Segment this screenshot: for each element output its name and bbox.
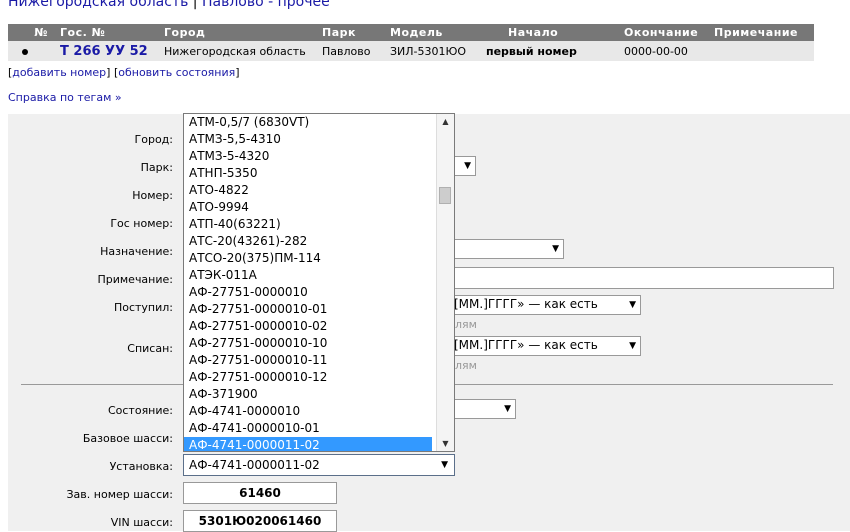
dropdown-scrollbar[interactable]: ▲ ▼ [436,114,454,451]
dropdown-option[interactable]: АТМ-0,5/7 (6830VT) [184,114,432,131]
purpose-select[interactable]: ▼ [448,239,564,259]
vehicle-numbers-table: № Гос. № Город Парк Модель Начало Оконча… [8,24,814,61]
scroll-up-arrow-icon[interactable]: ▲ [437,114,454,129]
chevron-down-icon: ▼ [552,244,559,254]
chevron-down-icon: ▼ [441,460,448,470]
written-off-hint: лям [455,359,477,372]
col-header-plate: Гос. № [56,24,160,41]
label-number: Номер: [132,189,173,202]
label-state: Состояние: [107,404,173,417]
cell-city: Нижегородская область [160,41,318,61]
chevron-down-icon: ▼ [629,341,636,351]
dropdown-option[interactable]: АФ-371900 [184,386,432,403]
breadcrumb: Нижегородская область | Павлово - прочее [8,0,330,11]
chassis-factory-number-input[interactable]: 61460 [183,482,337,504]
state-select[interactable]: ▼ [448,399,516,419]
col-header-end: Окончание [620,24,710,41]
label-gos-number: Гос номер: [110,217,173,230]
cell-end: 0000-00-00 [620,41,710,61]
note-input[interactable] [448,267,834,289]
dropdown-option[interactable]: АФ-4741-0000011-02 [184,437,432,451]
help-tags-link[interactable]: Справка по тегам » [8,91,122,104]
installation-select-value: АФ-4741-0000011-02 [189,458,320,472]
label-installation: Установка: [109,460,173,473]
bracket-close: ] [235,66,240,79]
dropdown-option[interactable]: АТМЗ-5-4320 [184,148,432,165]
breadcrumb-region-link[interactable]: Нижегородская область [8,0,188,10]
label-purpose: Назначение: [100,245,173,258]
cell-park: Павлово [318,41,386,61]
installation-select[interactable]: АФ-4741-0000011-02 ▼ [183,454,455,476]
dropdown-option[interactable]: АТСО-20(375)ПМ-114 [184,250,432,267]
col-header-start: Начало [482,24,620,41]
vin-input[interactable]: 5301Ю020061460 [183,510,337,532]
add-number-link[interactable]: добавить номер [12,66,106,79]
dropdown-option[interactable]: АФ-27751-0000010-12 [184,369,432,386]
dropdown-option[interactable]: АТНП-5350 [184,165,432,182]
col-header-model: Модель [386,24,482,41]
cell-model: ЗИЛ-5301ЮО [386,41,482,61]
row-bullet [8,41,56,61]
help-tags-link-wrap: Справка по тегам » [8,91,122,104]
dropdown-option[interactable]: АТО-9994 [184,199,432,216]
dropdown-option[interactable]: АФ-27751-0000010-02 [184,318,432,335]
written-off-format-value: [ММ.]ГГГГ» — как есть [454,338,598,352]
dropdown-option[interactable]: АТП-40(63221) [184,216,432,233]
label-received: Поступил: [113,301,173,314]
col-header-note: Примечание [710,24,814,41]
scroll-thumb[interactable] [439,187,451,204]
installation-dropdown-list[interactable]: АТМ-0,5/7 (6830VT) АТМЗ-5,5-4310 АТМЗ-5-43… [183,113,455,452]
cell-note [710,41,814,61]
chevron-down-icon: ▼ [629,300,636,310]
col-header-park: Парк [318,24,386,41]
bracket-mid: ] [ [106,66,119,79]
bullet-icon [22,48,28,55]
dropdown-option[interactable]: АТС-20(43261)-282 [184,233,432,250]
label-park: Парк: [140,161,173,174]
dropdown-option[interactable]: АФ-27751-0000010-11 [184,352,432,369]
received-hint: лям [455,318,477,331]
actions-bar: [добавить номер] [обновить состояния] [8,66,240,79]
cell-start: первый номер [482,41,620,61]
label-city: Город: [134,133,173,146]
label-vin: VIN шасси: [110,516,173,529]
received-format-select[interactable]: [ММ.]ГГГГ» — как есть ▼ [448,295,641,315]
label-written-off: Списан: [127,342,173,355]
col-header-no: № [8,24,56,41]
label-note: Примечание: [97,273,173,286]
dropdown-option[interactable]: АФ-27751-0000010 [184,284,432,301]
dropdown-option[interactable]: АТМЗ-5,5-4310 [184,131,432,148]
received-format-value: [ММ.]ГГГГ» — как есть [454,297,598,311]
dropdown-option[interactable]: АТО-4822 [184,182,432,199]
plate-link[interactable]: Т 266 УУ 52 [60,44,148,59]
dropdown-option[interactable]: АФ-27751-0000010-10 [184,335,432,352]
written-off-format-select[interactable]: [ММ.]ГГГГ» — как есть ▼ [448,336,641,356]
col-header-city: Город [160,24,318,41]
chevron-down-icon: ▼ [464,161,471,171]
label-chassis-factory-number: Зав. номер шасси: [66,488,174,501]
dropdown-option[interactable]: АФ-27751-0000010-01 [184,301,432,318]
chevron-down-icon: ▼ [504,404,511,414]
dropdown-option[interactable]: АФ-4741-0000010-01 [184,420,432,437]
refresh-states-link[interactable]: обновить состояния [118,66,235,79]
dropdown-option[interactable]: АТЭК-011А [184,267,432,284]
label-base-chassis: Базовое шасси: [82,432,173,445]
breadcrumb-park-link[interactable]: Павлово - прочее [202,0,330,10]
table-header-row: № Гос. № Город Парк Модель Начало Оконча… [8,24,814,41]
scroll-down-arrow-icon[interactable]: ▼ [437,436,454,451]
dropdown-options: АТМ-0,5/7 (6830VT) АТМЗ-5,5-4310 АТМЗ-5-43… [184,114,454,451]
breadcrumb-separator: | [192,0,198,10]
dropdown-option[interactable]: АФ-4741-0000010 [184,403,432,420]
table-row[interactable]: Т 266 УУ 52 Нижегородская область Павлов… [8,41,814,61]
